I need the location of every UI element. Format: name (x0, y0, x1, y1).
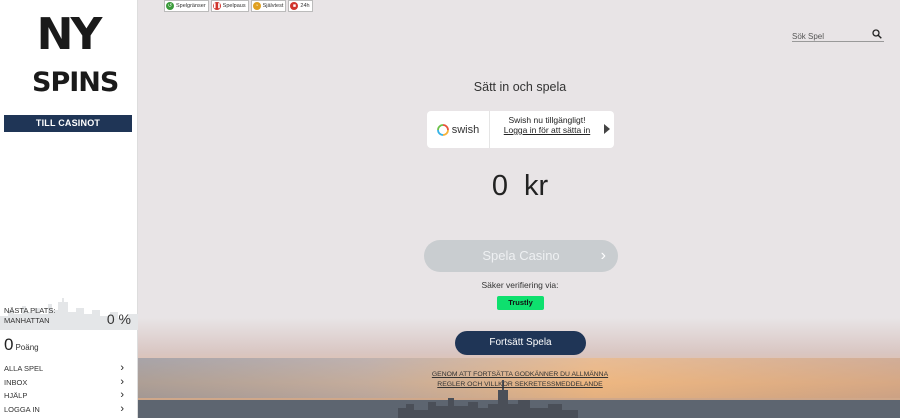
chip-sjalvtest[interactable]: ◔ Självtest (250, 0, 287, 12)
swish-card[interactable]: swish Swish nu tillgängligt! Logga in fö… (427, 111, 614, 148)
pause-icon: ❚❚ (212, 2, 222, 10)
chevron-right-icon: › (120, 375, 124, 388)
chip-spelpaus[interactable]: ❚❚ Spelpaus (210, 0, 249, 12)
gauge-icon: ◔ (252, 2, 261, 10)
chevron-right-icon: › (600, 247, 606, 264)
play-casino-button[interactable]: Spela Casino › (424, 240, 618, 272)
next-place-percent: 0 % (106, 311, 131, 327)
play-casino-label: Spela Casino (482, 248, 560, 263)
casino-button[interactable]: TILL CASINOT (4, 115, 132, 132)
swish-swirl-icon (436, 123, 449, 136)
next-place-label: NÄSTA PLATS: MANHATTAN (4, 306, 55, 326)
terms-link[interactable]: GENOM ATT FORTSÄTTA GODKÄNNER DU ALLMÄNN… (420, 370, 620, 389)
arrow-right-icon (604, 124, 610, 134)
deposit-title: Sätt in och spela (473, 80, 567, 94)
swish-available-text: Swish nu tillgängligt! (508, 115, 586, 125)
points-value: 0 (4, 335, 14, 354)
ny-spins-logo[interactable]: NY SPINS (32, 9, 119, 102)
sidebar-item-login[interactable]: LOGGA IN › (0, 403, 138, 417)
sidebar-item-all-games[interactable]: ALLA SPEL › (0, 362, 138, 376)
chip-label: 24h (300, 3, 310, 9)
chip-label: Spelgränser (176, 3, 206, 9)
chip-label: Självtest (262, 3, 284, 9)
stop-icon: ■ (290, 2, 299, 10)
chevron-right-icon: › (120, 402, 124, 415)
verification-text: Säker verifiering via: (481, 280, 559, 290)
sidebar-item-label: ALLA SPEL (4, 364, 44, 373)
responsible-gaming-bar: ↺ Spelgränser ❚❚ Spelpaus ◔ Självtest ■ … (164, 0, 313, 12)
continue-playing-button[interactable]: Fortsätt Spela (455, 331, 586, 355)
sidebar-item-label: HJÄLP (4, 391, 28, 400)
sidebar-item-inbox[interactable]: INBOX › (0, 376, 138, 390)
logo-ny-text: NY (36, 9, 103, 60)
swish-login-link[interactable]: Logga in för att sätta in (490, 125, 604, 135)
sidebar-nav: ALLA SPEL › INBOX › HJÄLP › LOGGA IN › (0, 362, 138, 416)
points-label: Poäng (15, 343, 39, 352)
next-place-title: NÄSTA PLATS: (4, 306, 56, 315)
swish-brand-text: swish (451, 123, 480, 136)
next-place-city: MANHATTAN (4, 316, 50, 325)
chip-spelgranser[interactable]: ↺ Spelgränser (164, 0, 209, 12)
chevron-right-icon: › (120, 389, 124, 401)
limit-icon: ↺ (166, 2, 174, 10)
next-place-progress: NÄSTA PLATS: MANHATTAN 0 % (0, 296, 138, 330)
swish-info: Swish nu tillgängligt! Logga in för att … (490, 111, 614, 148)
swish-logo: swish (427, 111, 490, 148)
chip-24h[interactable]: ■ 24h (288, 0, 313, 12)
deposit-amount[interactable]: 0 kr (420, 170, 620, 203)
search-box (792, 26, 884, 44)
search-icon[interactable] (872, 29, 882, 39)
search-input[interactable] (792, 29, 870, 44)
sidebar: NY SPINS TILL CASINOT NÄSTA PLATS: MANHA… (0, 0, 138, 418)
sidebar-item-label: INBOX (4, 377, 28, 387)
logo-spins-text: SPINS (32, 67, 119, 98)
sidebar-item-help[interactable]: HJÄLP › (0, 389, 138, 403)
sidebar-item-label: LOGGA IN (4, 404, 40, 414)
chip-label: Spelpaus (222, 3, 246, 9)
trustly-badge: Trustly (497, 296, 544, 310)
points-display: 0 Poäng (4, 335, 39, 355)
chevron-right-icon: › (120, 362, 124, 374)
